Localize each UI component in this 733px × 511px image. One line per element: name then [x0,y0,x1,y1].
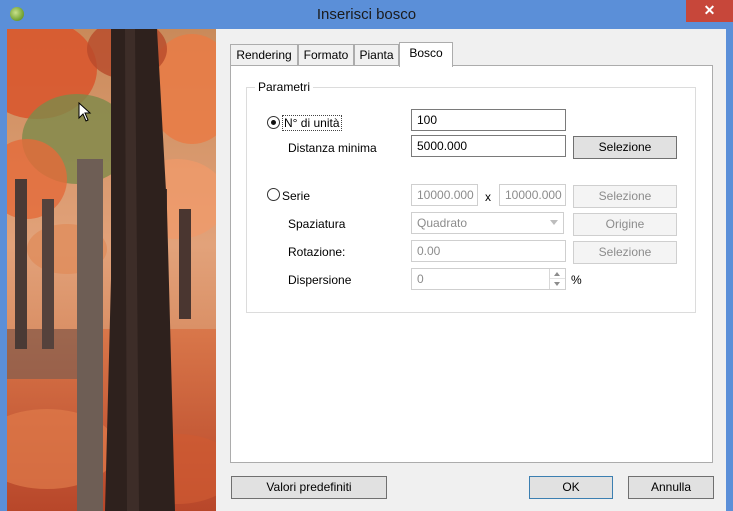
units-select-button[interactable]: Selezione [573,136,677,159]
rotation-label: Rotazione: [288,245,346,259]
defaults-button[interactable]: Valori predefiniti [231,476,387,499]
cancel-button[interactable]: Annulla [628,476,714,499]
spacing-label: Spaziatura [288,217,346,231]
window-frame-left [0,29,7,511]
min-distance-input[interactable]: 5000.000 [411,135,566,157]
origin-button[interactable]: Origine [573,213,677,236]
units-label[interactable]: N° di unità [282,115,342,131]
spacing-select[interactable]: Quadrato [411,212,564,234]
rotation-input[interactable]: 0.00 [411,240,566,262]
series-select-button[interactable]: Selezione [573,185,677,208]
rotation-select-button[interactable]: Selezione [573,241,677,264]
tab-pianta[interactable]: Pianta [354,44,399,66]
series-separator: x [485,190,491,204]
close-button[interactable]: ✕ [686,0,733,22]
series-label[interactable]: Serie [282,189,310,203]
spin-down-icon[interactable] [550,279,565,289]
spin-up-icon[interactable] [550,269,565,279]
chevron-down-icon [550,220,558,225]
units-count-input[interactable]: 100 [411,109,566,131]
min-distance-label: Distanza minima [288,141,377,155]
tab-formato[interactable]: Formato [298,44,354,66]
window-title: Inserisci bosco [316,6,417,23]
dispersion-spin [549,269,565,289]
window-frame-right [726,29,733,511]
spacing-value: Quadrato [417,216,468,230]
group-title: Parametri [255,80,314,94]
tab-panel-bosco: Parametri N° di unità 100 Distanza minim… [230,65,713,463]
forest-preview-image [7,29,216,511]
dispersion-stepper[interactable]: 0 [411,268,566,290]
ok-button[interactable]: OK [529,476,613,499]
mouse-cursor-icon [78,102,92,122]
dispersion-unit: % [571,273,582,287]
tab-bosco[interactable]: Bosco [399,42,453,67]
tab-rendering[interactable]: Rendering [230,44,298,66]
series-radio[interactable] [267,188,280,201]
dispersion-label: Dispersione [288,273,352,287]
dispersion-value: 0 [417,272,424,286]
series-x-input[interactable]: 10000.000 [411,184,478,206]
units-radio[interactable] [267,116,280,129]
series-y-input[interactable]: 10000.000 [499,184,566,206]
